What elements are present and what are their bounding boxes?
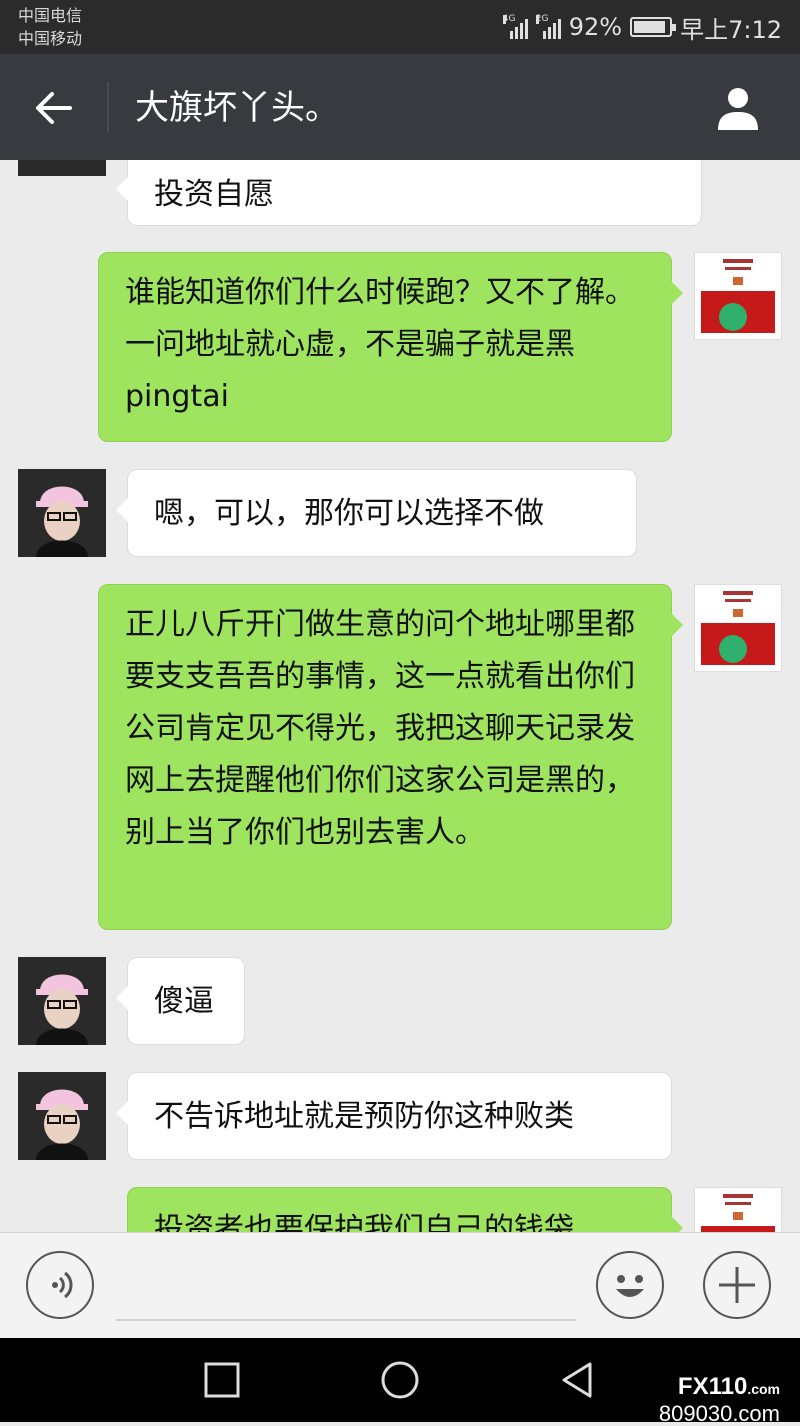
status-bar: 中国电信 中国移动 4G 2G 92% 早上7:12 [0,0,800,54]
contact-avatar[interactable] [18,1072,106,1160]
chat-list[interactable]: 投资自愿 谁能知道你们什么时候跑？又不了解。一问地址就心虚，不是骗子就是黑 pi… [0,160,800,1232]
carrier-1: 中国电信 [18,6,83,25]
emoji-button[interactable] [596,1251,664,1319]
avatar-picture [18,469,106,557]
input-bar [0,1232,800,1339]
incoming-message[interactable]: 傻逼 [116,957,245,1045]
my-avatar[interactable] [694,1187,782,1232]
outgoing-message[interactable]: 正儿八斤开门做生意的问个地址哪里都要支支吾吾的事情，这一点就看出你们公司肯定见不… [98,584,683,930]
battery-percent: 92% [568,13,623,41]
avatar-picture [18,1072,106,1160]
message-input[interactable] [116,1319,576,1321]
signal-1-icon: 4G [502,15,528,39]
profile-icon[interactable] [714,84,762,132]
contact-avatar[interactable] [18,957,106,1045]
incoming-message[interactable]: 不告诉地址就是预防你这种败类 [116,1072,672,1160]
clock: 早上7:12 [680,15,782,44]
plus-icon [719,1267,755,1303]
voice-icon [52,1271,73,1299]
voice-button[interactable] [26,1251,94,1319]
my-avatar[interactable] [694,252,782,340]
back-arrow-icon[interactable] [30,84,78,132]
avatar-picture [701,1194,775,1232]
outgoing-message[interactable]: 谁能知道你们什么时候跑？又不了解。一问地址就心虚，不是骗子就是黑 pingtai [98,252,683,442]
outgoing-message[interactable]: 投资者也要保护我们自己的钱袋 [127,1187,683,1232]
home-icon[interactable] [378,1358,422,1402]
battery-icon [630,17,677,37]
watermark: FX110.com 809030.com [659,1374,780,1426]
avatar-picture [18,957,106,1045]
carrier-2: 中国移动 [18,29,83,48]
avatar-picture [701,591,775,665]
watermark-domain: 809030.com [658,1401,780,1426]
my-avatar[interactable] [694,584,782,672]
avatar-picture [701,259,775,333]
incoming-message[interactable]: 嗯，可以，那你可以选择不做 [116,469,637,557]
more-button[interactable] [703,1251,771,1319]
signal-2-icon: 2G [535,15,561,39]
chat-title: 大旗坏丫头。 [135,88,339,128]
watermark-brand: FX110.com [677,1373,780,1400]
smiley-icon [616,1275,644,1297]
back-triangle-icon[interactable] [556,1358,600,1402]
incoming-message[interactable]: 投资自愿 [116,160,702,226]
contact-avatar[interactable] [18,160,106,176]
status-indicators: 4G 2G 92% 早上7:12 [502,10,782,44]
recent-apps-icon[interactable] [200,1358,244,1402]
title-divider [107,82,109,132]
contact-avatar[interactable] [18,469,106,557]
title-bar: 大旗坏丫头。 [0,54,800,160]
